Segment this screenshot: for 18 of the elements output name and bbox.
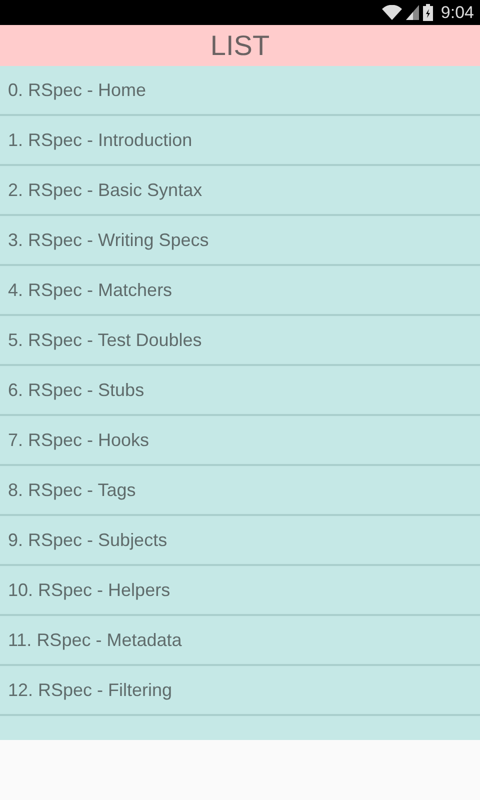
signal-icon — [406, 5, 419, 20]
list-item[interactable]: 5. RSpec - Test Doubles — [8, 330, 202, 350]
list-item[interactable]: 8. RSpec - Tags — [8, 480, 136, 500]
list-item[interactable]: 9. RSpec - Subjects — [8, 530, 168, 550]
list-item[interactable]: 2. RSpec - Basic Syntax — [8, 180, 202, 200]
list-item[interactable]: 10. RSpec - Helpers — [8, 580, 170, 600]
list-item[interactable]: 1. RSpec - Introduction — [8, 130, 192, 150]
list-item[interactable]: 3. RSpec - Writing Specs — [8, 230, 209, 250]
list-item[interactable]: 6. RSpec - Stubs — [8, 380, 144, 400]
wifi-icon — [382, 5, 402, 20]
list-item[interactable]: 12. RSpec - Filtering — [8, 680, 172, 700]
list-item[interactable]: 7. RSpec - Hooks — [8, 430, 150, 450]
status-time: 9:04 — [440, 2, 474, 22]
list-item[interactable]: 11. RSpec - Metadata — [8, 630, 182, 650]
battery-icon — [422, 4, 433, 21]
header-title: LIST — [210, 30, 270, 62]
list-item[interactable]: 4. RSpec - Matchers — [8, 280, 172, 300]
list-item[interactable]: 0. RSpec - Home — [8, 80, 146, 100]
